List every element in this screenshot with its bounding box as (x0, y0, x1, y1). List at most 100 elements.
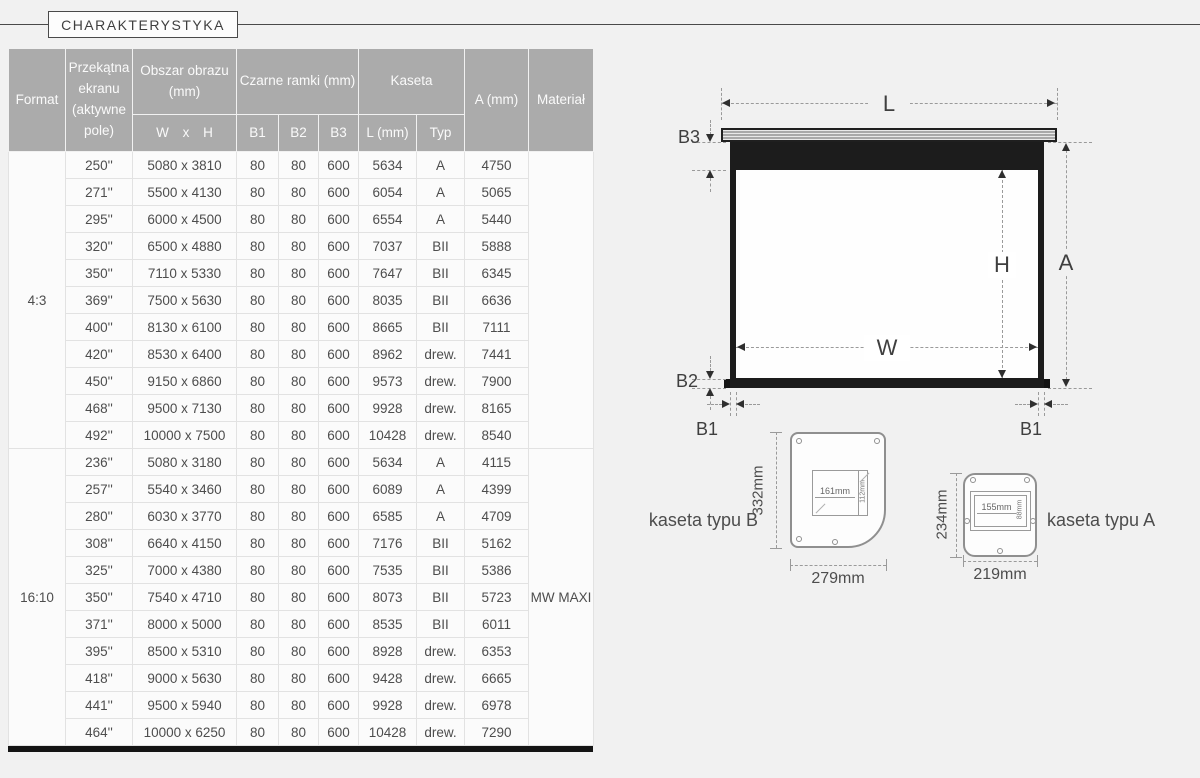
cell-b1: 80 (237, 287, 279, 314)
table-row: 320''6500 x 488080806007037BII5888 (9, 233, 594, 260)
cell-b2: 80 (279, 260, 319, 287)
table-row: 308''6640 x 415080806007176BII5162 (9, 530, 594, 557)
cell-dimensions: 8530 x 6400 (133, 341, 237, 368)
cell-typ: BII (417, 584, 465, 611)
cell-typ: drew. (417, 638, 465, 665)
cell-l: 6089 (359, 476, 417, 503)
kaseta-b-hdim-tick-right (886, 559, 887, 571)
w-arrow-right (1029, 343, 1037, 351)
cell-a: 5065 (465, 179, 529, 206)
cell-b3: 600 (319, 692, 359, 719)
cell-typ: BII (417, 260, 465, 287)
l-arrow-right (1047, 99, 1055, 107)
kaseta-a-inner-height: 88mm (1017, 495, 1024, 525)
cell-diagonal: 295'' (66, 206, 133, 233)
cell-typ: drew. (417, 395, 465, 422)
cell-dimensions: 7540 x 4710 (133, 584, 237, 611)
cell-a: 4709 (465, 503, 529, 530)
cell-l: 10428 (359, 422, 417, 449)
cell-l: 9928 (359, 692, 417, 719)
cell-dimensions: 8500 x 5310 (133, 638, 237, 665)
cell-diagonal: 441'' (66, 692, 133, 719)
cell-a: 4750 (465, 152, 529, 179)
cell-b1: 80 (237, 692, 279, 719)
cell-typ: A (417, 476, 465, 503)
cell-b2: 80 (279, 179, 319, 206)
table-row: 257''5540 x 346080806006089A4399 (9, 476, 594, 503)
cell-b3: 600 (319, 233, 359, 260)
kaseta-a-width-label: 219mm (960, 566, 1040, 584)
kaseta-a-screw-tl (970, 477, 976, 483)
b1r-label: B1 (1020, 420, 1042, 438)
cell-typ: A (417, 179, 465, 206)
cell-typ: BII (417, 557, 465, 584)
cell-l: 9428 (359, 665, 417, 692)
cell-typ: BII (417, 287, 465, 314)
cell-b2: 80 (279, 530, 319, 557)
cell-l: 8962 (359, 341, 417, 368)
cell-b2: 80 (279, 476, 319, 503)
cell-diagonal: 371'' (66, 611, 133, 638)
b1l-label: B1 (696, 420, 718, 438)
cell-a: 6636 (465, 287, 529, 314)
cell-b1: 80 (237, 422, 279, 449)
cell-typ: drew. (417, 692, 465, 719)
cell-l: 6585 (359, 503, 417, 530)
cell-b3: 600 (319, 557, 359, 584)
cell-a: 6665 (465, 665, 529, 692)
cell-a: 5386 (465, 557, 529, 584)
col-header-kaseta: Kaseta (359, 49, 465, 115)
cell-typ: drew. (417, 719, 465, 746)
cell-b3: 600 (319, 665, 359, 692)
b2-stem-top (710, 356, 711, 371)
cell-b2: 80 (279, 584, 319, 611)
bottom-black-bar (8, 746, 593, 752)
cell-b3: 600 (319, 449, 359, 476)
cell-dimensions: 9500 x 5940 (133, 692, 237, 719)
cell-diagonal: 418'' (66, 665, 133, 692)
a-arrow-down (1062, 379, 1070, 387)
material-cell (529, 152, 594, 449)
cell-a: 8165 (465, 395, 529, 422)
cell-l: 6054 (359, 179, 417, 206)
b1r-arrow-left (1044, 400, 1052, 408)
cell-b2: 80 (279, 233, 319, 260)
cell-diagonal: 350'' (66, 260, 133, 287)
cell-l: 9573 (359, 368, 417, 395)
l-ext-right (1057, 88, 1058, 120)
cell-a: 7111 (465, 314, 529, 341)
cell-diagonal: 464'' (66, 719, 133, 746)
cell-b2: 80 (279, 503, 319, 530)
cell-a: 7290 (465, 719, 529, 746)
table-row: 371''8000 x 500080806008535BII6011 (9, 611, 594, 638)
b1l-stem-left (707, 404, 722, 405)
b1l-arrow-right (722, 400, 730, 408)
kaseta-b-screw-bl (796, 536, 802, 542)
col-header-b2: B2 (279, 115, 319, 152)
b3-stem-bottom (710, 178, 711, 192)
cell-b1: 80 (237, 476, 279, 503)
cell-dimensions: 6030 x 3770 (133, 503, 237, 530)
table-row: 464''10000 x 6250808060010428drew.7290 (9, 719, 594, 746)
cell-diagonal: 395'' (66, 638, 133, 665)
cell-dimensions: 6500 x 4880 (133, 233, 237, 260)
spec-table: Format Przekątna ekranu (aktywne pole) O… (8, 48, 594, 746)
cell-b3: 600 (319, 260, 359, 287)
col-header-b3: B3 (319, 115, 359, 152)
cell-b1: 80 (237, 584, 279, 611)
cell-b1: 80 (237, 719, 279, 746)
b2-arrow-down (706, 371, 714, 379)
cell-diagonal: 400'' (66, 314, 133, 341)
cell-diagonal: 320'' (66, 233, 133, 260)
cell-dimensions: 8130 x 6100 (133, 314, 237, 341)
table-row: 271''5500 x 413080806006054A5065 (9, 179, 594, 206)
cell-b2: 80 (279, 611, 319, 638)
table-row: 4:3250''5080 x 381080806005634A4750 (9, 152, 594, 179)
cell-b1: 80 (237, 206, 279, 233)
cell-b3: 600 (319, 341, 359, 368)
table-row: 492''10000 x 7500808060010428drew.8540 (9, 422, 594, 449)
cell-b3: 600 (319, 179, 359, 206)
b1l-stem-right (745, 404, 760, 405)
cell-a: 6978 (465, 692, 529, 719)
a-ref-top (1048, 142, 1092, 143)
